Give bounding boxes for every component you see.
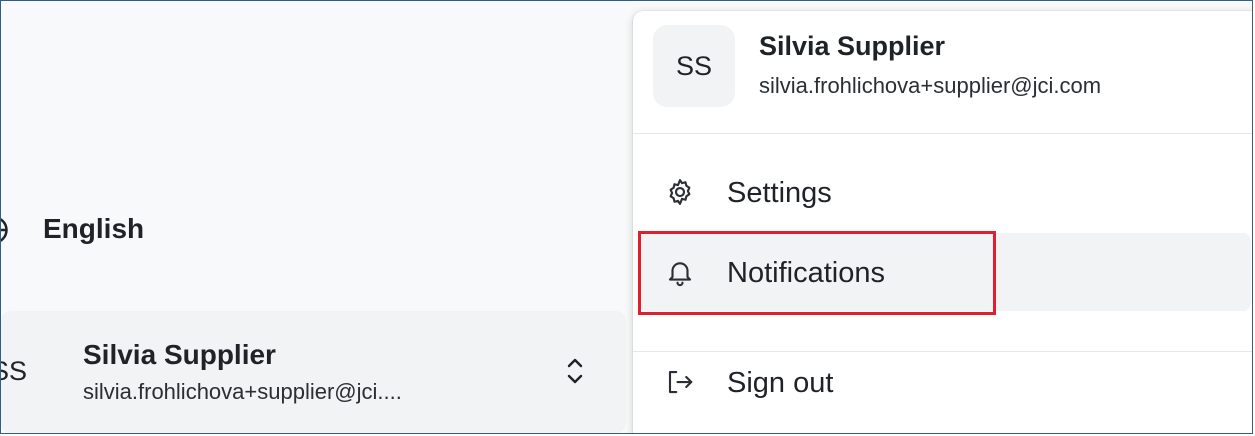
chevrons-up-down-icon: [567, 358, 583, 384]
notifications-label: Notifications: [727, 257, 885, 289]
sign-out-menu-item[interactable]: Sign out: [639, 343, 1251, 421]
screen-frame: English SS Silvia Supplier silvia.frohli…: [0, 0, 1253, 434]
user-menu-header: SS Silvia Supplier silvia.frohlichova+su…: [633, 11, 1252, 133]
language-label: English: [43, 213, 145, 244]
gear-icon: [669, 179, 691, 205]
avatar: SS: [1, 355, 28, 386]
user-menu-dropdown: SS Silvia Supplier silvia.frohlichova+su…: [633, 11, 1252, 433]
notifications-menu-item[interactable]: Notifications: [639, 233, 1251, 311]
sidebar: English SS Silvia Supplier silvia.frohli…: [1, 1, 641, 433]
user-name: Silvia Supplier: [83, 339, 276, 370]
settings-label: Settings: [727, 177, 832, 209]
user-menu-email: silvia.frohlichova+supplier@jci.com: [759, 73, 1102, 98]
bell-icon: [668, 262, 692, 287]
settings-menu-item[interactable]: Settings: [639, 153, 1251, 231]
avatar: SS: [653, 25, 735, 107]
sign-out-label: Sign out: [727, 367, 834, 399]
user-account-button[interactable]: SS Silvia Supplier silvia.frohlichova+su…: [1, 311, 626, 433]
divider: [633, 133, 1252, 134]
globe-icon: [1, 218, 8, 242]
sign-out-icon: [668, 370, 693, 394]
user-email: silvia.frohlichova+supplier@jci....: [83, 379, 402, 404]
user-menu-name: Silvia Supplier: [759, 31, 946, 61]
